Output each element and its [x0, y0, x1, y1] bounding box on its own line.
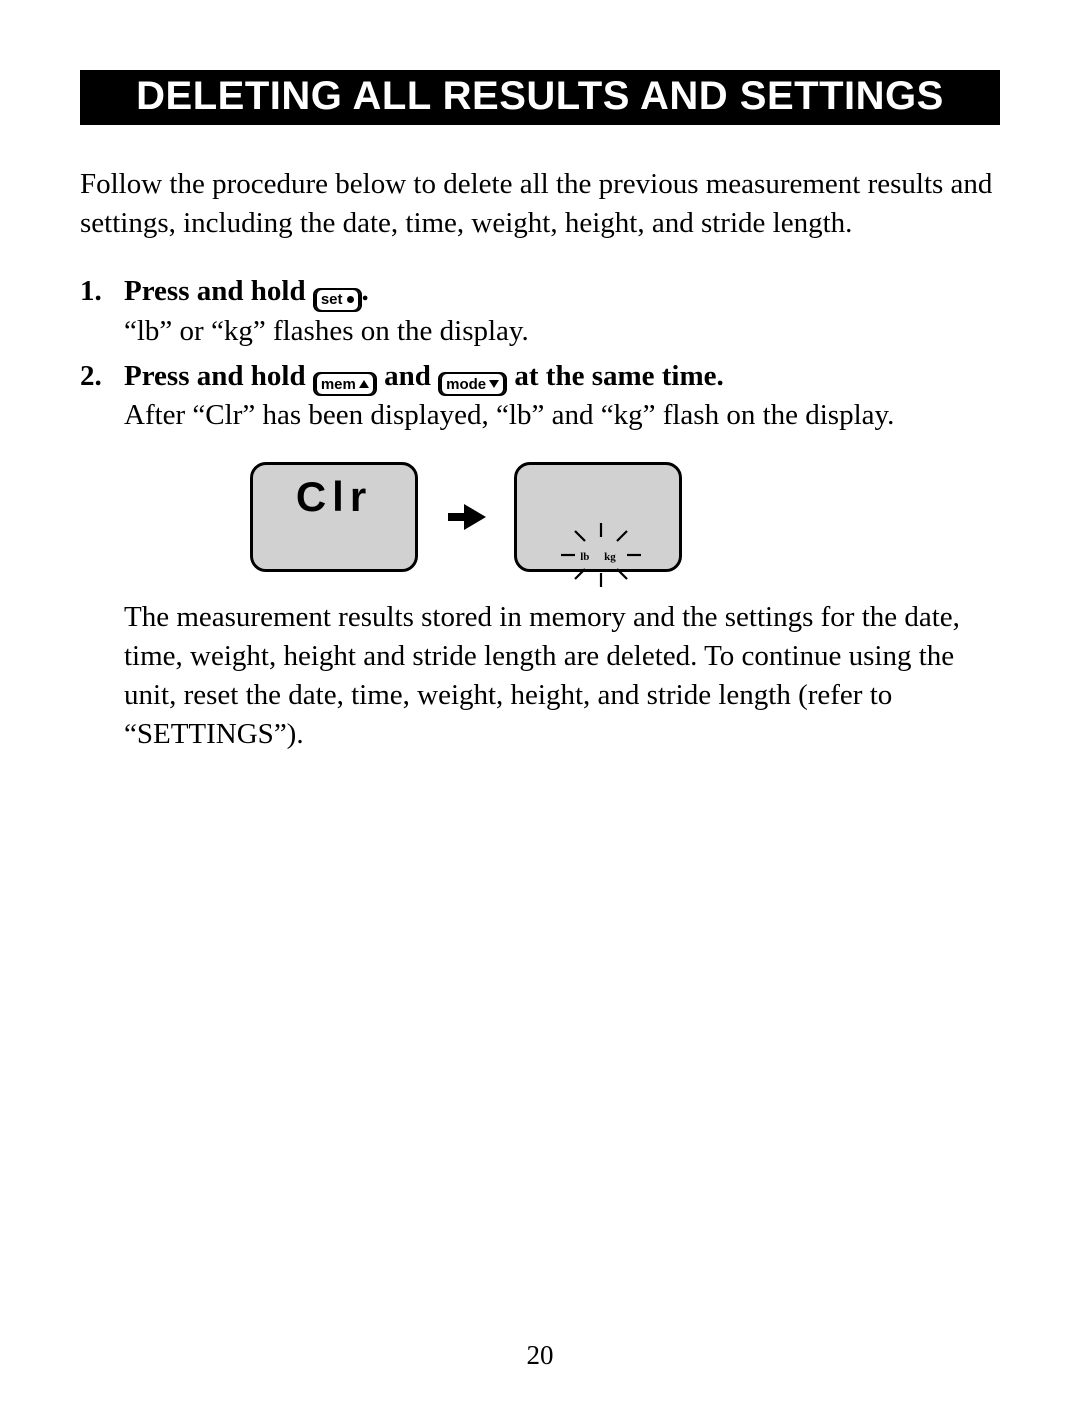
page-number: 20: [0, 1340, 1080, 1371]
button-label: mode: [446, 377, 486, 392]
closing-paragraph: The measurement results stored in memory…: [80, 598, 1000, 755]
step-title: Press and hold mem and mode at the same …: [124, 360, 724, 392]
unit-lb: lb: [580, 551, 589, 563]
triangle-up-icon: [359, 380, 369, 388]
mode-button-icon: mode: [438, 372, 507, 396]
flash-rays-icon: [517, 455, 685, 605]
step-body: After “Clr” has been displayed, “lb” and…: [124, 396, 1000, 435]
step-title-text: and: [384, 360, 438, 392]
dot-icon: [347, 296, 354, 303]
section-title: DELETING ALL RESULTS AND SETTINGS: [80, 70, 1000, 125]
step-list: Press and hold set . “lb” or “kg” flashe…: [80, 272, 1000, 435]
step-body: “lb” or “kg” flashes on the display.: [124, 312, 1000, 351]
step-item: Press and hold mem and mode at the same …: [80, 357, 1000, 436]
mem-button-icon: mem: [313, 372, 377, 396]
set-button-icon: set: [313, 288, 362, 312]
lcd-diagram: Clr lb kg: [250, 462, 1000, 572]
lcd-screen-clr: Clr: [250, 462, 418, 572]
step-item: Press and hold set . “lb” or “kg” flashe…: [80, 272, 1000, 351]
arrow-right-icon: [446, 504, 486, 530]
button-label: set: [321, 292, 343, 307]
lcd-screen-units: lb kg: [514, 462, 682, 572]
lcd-unit-labels: lb kg: [517, 551, 679, 563]
step-title: Press and hold set .: [124, 275, 369, 307]
step-title-text: at the same time.: [514, 360, 723, 392]
step-title-text: .: [362, 275, 369, 307]
lcd-text: Clr: [253, 473, 415, 521]
unit-kg: kg: [604, 551, 616, 563]
manual-page: DELETING ALL RESULTS AND SETTINGS Follow…: [0, 0, 1080, 1411]
step-title-text: Press and hold: [124, 275, 313, 307]
step-title-text: Press and hold: [124, 360, 313, 392]
triangle-down-icon: [489, 380, 499, 388]
intro-paragraph: Follow the procedure below to delete all…: [80, 165, 1000, 243]
button-label: mem: [321, 377, 356, 392]
